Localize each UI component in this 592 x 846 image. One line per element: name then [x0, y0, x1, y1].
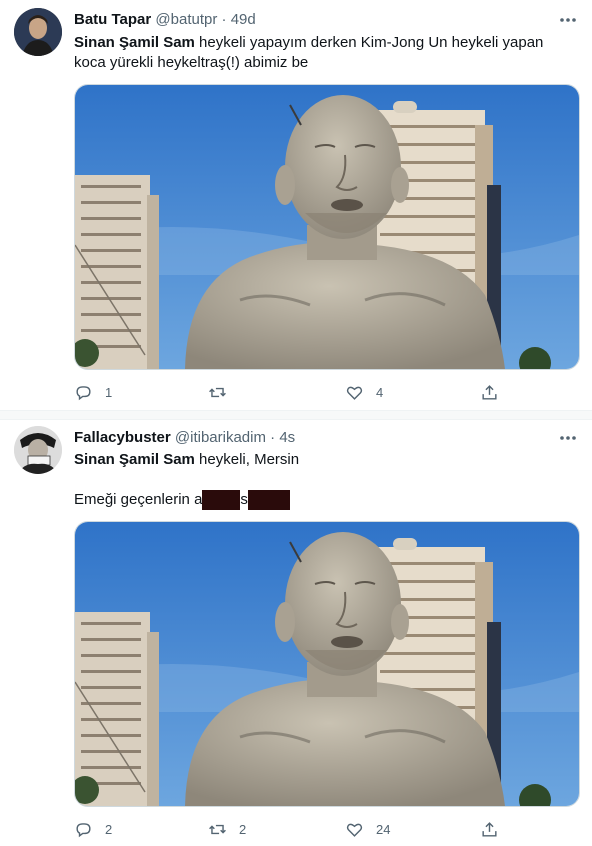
- reply-icon: [76, 822, 91, 837]
- like-count: 24: [376, 821, 391, 837]
- tweet-separator: [0, 410, 592, 420]
- tweet-text: Sinan Şamil Sam heykeli, Mersin: [74, 450, 574, 470]
- tweet-text-part-b: s: [240, 491, 248, 508]
- timestamp[interactable]: 49d: [231, 11, 256, 28]
- reply-button[interactable]: 2: [74, 818, 112, 840]
- action-bar: 1 4: [74, 381, 504, 403]
- reply-button[interactable]: 1: [74, 381, 112, 403]
- retweet-icon: [209, 824, 226, 834]
- share-button[interactable]: [480, 381, 499, 403]
- tweet-image[interactable]: [74, 84, 580, 370]
- tweet-text: Sinan Şamil Sam heykeli yapayım derken K…: [74, 33, 574, 73]
- share-button[interactable]: [480, 818, 499, 840]
- timestamp[interactable]: 4s: [279, 429, 295, 446]
- separator-dot: ·: [270, 429, 276, 446]
- avatar[interactable]: [14, 8, 62, 56]
- author-handle[interactable]: @itibarikadim: [175, 429, 266, 446]
- more-horizontal-icon[interactable]: [558, 428, 578, 448]
- share-icon: [482, 821, 497, 837]
- heart-icon: [346, 386, 363, 400]
- like-button[interactable]: 24: [345, 818, 390, 840]
- heart-icon: [346, 823, 363, 837]
- action-bar: 2 2 24: [74, 818, 504, 840]
- tweet-text-bold: Sinan Şamil Sam: [74, 34, 195, 51]
- retweet-button[interactable]: [208, 381, 239, 403]
- retweet-count: 2: [239, 821, 247, 837]
- tweet-text-part-a: Emeği geçenlerin a: [74, 491, 203, 508]
- retweet-icon: [209, 387, 226, 397]
- tweet-2[interactable]: Fallacybuster @itibarikadim · 4s Sinan Ş…: [0, 420, 592, 846]
- author-name[interactable]: Fallacybuster: [74, 429, 171, 446]
- like-button[interactable]: 4: [345, 381, 383, 403]
- share-icon: [482, 384, 497, 400]
- tweet-text-line-2: Emeği geçenlerin a s: [74, 490, 574, 510]
- tweet-header: Fallacybuster @itibarikadim · 4s: [74, 428, 295, 448]
- like-count: 4: [376, 384, 384, 400]
- tweet-text-rest: heykeli, Mersin: [194, 451, 300, 468]
- author-name[interactable]: Batu Tapar: [74, 11, 151, 28]
- tweet-image[interactable]: [74, 521, 580, 807]
- tweet-text-bold: Sinan Şamil Sam: [74, 451, 195, 468]
- more-horizontal-icon[interactable]: [558, 10, 578, 30]
- redaction-block: [202, 490, 241, 510]
- avatar[interactable]: [14, 426, 62, 474]
- retweet-button[interactable]: 2: [208, 818, 246, 840]
- tweet-1[interactable]: Batu Tapar @batutpr · 49d Sinan Şamil Sa…: [0, 0, 592, 410]
- redaction-block: [247, 490, 290, 510]
- reply-count: 1: [105, 384, 113, 400]
- author-handle[interactable]: @batutpr: [155, 11, 217, 28]
- separator-dot: ·: [221, 11, 227, 28]
- reply-count: 2: [105, 821, 113, 837]
- reply-icon: [76, 385, 91, 400]
- tweet-header: Batu Tapar @batutpr · 49d: [74, 10, 256, 30]
